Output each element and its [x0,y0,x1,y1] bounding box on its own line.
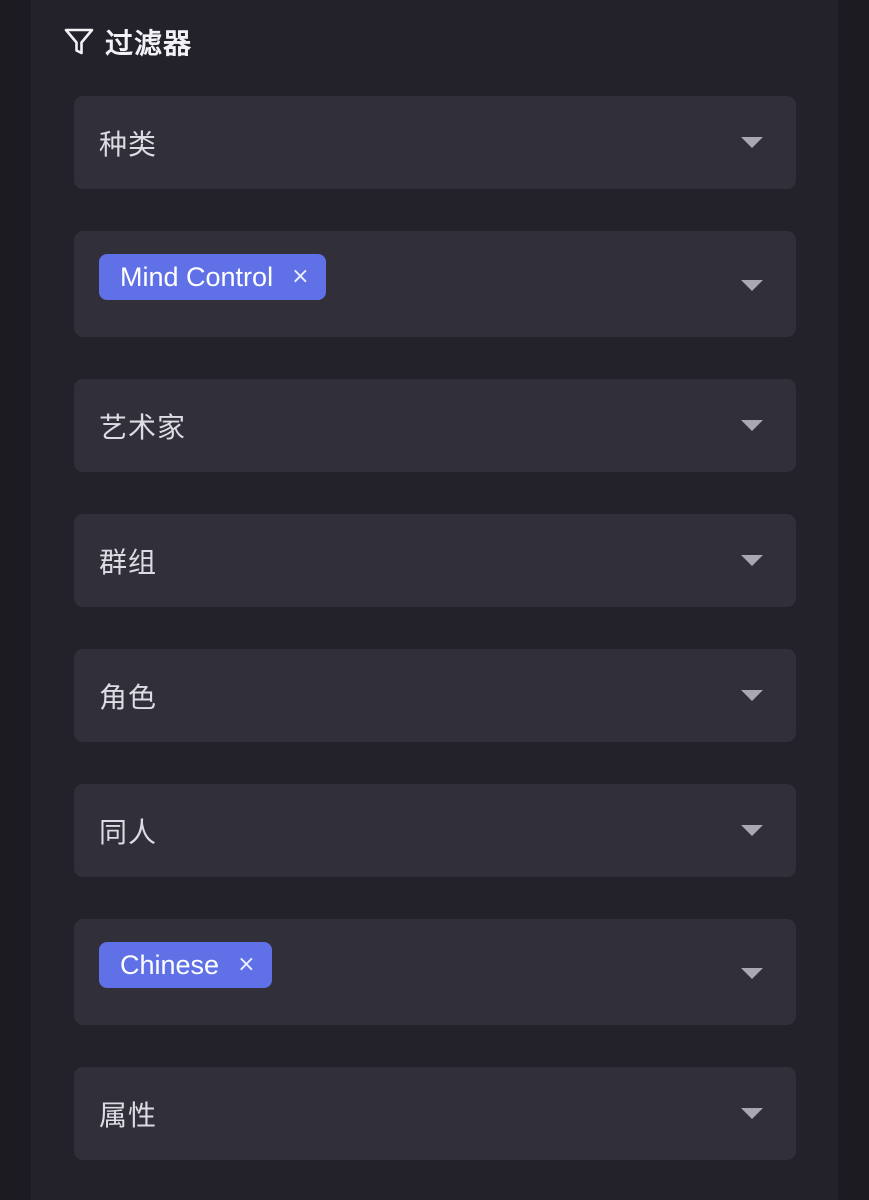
selected-tag-chip: Mind Control × [99,254,326,300]
chevron-down-icon[interactable] [741,280,763,291]
chevron-down-icon[interactable] [741,825,763,836]
remove-chip-icon[interactable]: × [237,954,255,976]
chevron-down-icon[interactable] [741,555,763,566]
chevron-down-icon[interactable] [741,137,763,148]
category-select[interactable]: 种类 [74,96,796,189]
artist-placeholder: 艺术家 [99,410,187,444]
artist-select[interactable]: 艺术家 [74,379,796,472]
chevron-down-icon[interactable] [741,1108,763,1119]
chevron-down-icon[interactable] [741,690,763,701]
group-placeholder: 群组 [99,545,158,579]
parody-placeholder: 同人 [99,815,158,849]
filter-title: 过滤器 [105,27,193,60]
attribute-placeholder: 属性 [99,1098,158,1132]
chevron-down-icon[interactable] [741,420,763,431]
filter-icon [62,25,96,59]
filter-header: 过滤器 [62,22,192,62]
chip-label: Mind Control [120,261,274,292]
attribute-select[interactable]: 属性 [74,1067,796,1160]
character-select[interactable]: 角色 [74,649,796,742]
parody-select[interactable]: 同人 [74,784,796,877]
remove-chip-icon[interactable]: × [291,266,309,288]
chevron-down-icon[interactable] [741,968,763,979]
tags-select[interactable]: Mind Control × [74,231,796,337]
character-placeholder: 角色 [99,680,158,714]
category-placeholder: 种类 [99,127,158,161]
language-select[interactable]: Chinese × [74,919,796,1025]
selected-language-chip: Chinese × [99,942,272,988]
group-select[interactable]: 群组 [74,514,796,607]
chip-label: Chinese [120,949,220,980]
